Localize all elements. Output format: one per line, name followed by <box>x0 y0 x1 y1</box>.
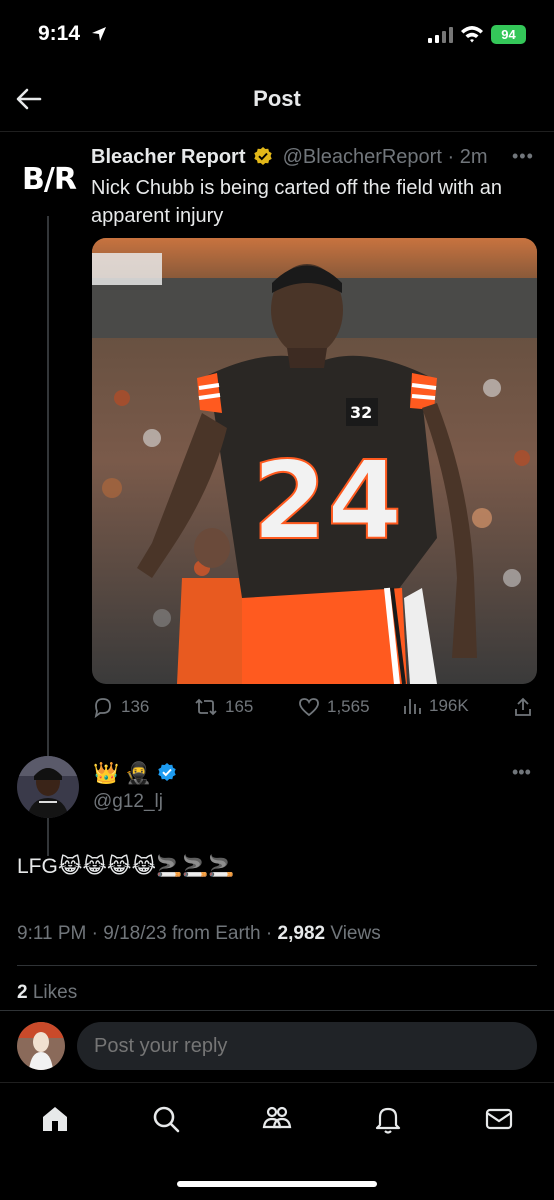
views-number: 2,982 <box>277 923 326 944</box>
likes-label: Likes <box>32 982 78 1003</box>
verified-blue-icon <box>158 763 176 781</box>
repost-count: 165 <box>225 697 254 716</box>
my-avatar[interactable] <box>17 1022 65 1070</box>
more-icon[interactable]: ••• <box>512 146 534 167</box>
reply-source: from Earth <box>171 923 261 944</box>
like-icon <box>299 698 319 717</box>
bottom-nav <box>0 1082 554 1200</box>
engagement-bar: 136 165 1,565 196K <box>92 696 537 720</box>
tweet-text: Nick Chubb is being carted off the field… <box>91 177 502 227</box>
author-handle[interactable]: @BleacherReport <box>283 146 442 168</box>
views-count: 196K <box>429 696 469 715</box>
notifications-icon[interactable] <box>372 1103 404 1135</box>
share-action[interactable] <box>512 696 541 718</box>
sleeve-patch-number: 32 <box>350 403 372 422</box>
battery-indicator: 94 <box>491 25 526 44</box>
reply-author-name[interactable]: 👑 🥷 <box>93 762 177 786</box>
reply-text: LFG😹😹😹😹🚬🚬🚬 <box>17 855 235 878</box>
search-icon[interactable] <box>150 1103 182 1135</box>
reply-count: 136 <box>121 697 150 716</box>
more-icon[interactable]: ••• <box>512 762 531 783</box>
page-title: Post <box>253 86 301 111</box>
reply-author-avatar[interactable] <box>17 756 79 818</box>
separator-dot: · <box>447 146 455 168</box>
home-icon[interactable] <box>39 1103 71 1135</box>
verified-gold-icon <box>254 147 272 165</box>
status-bar: 9:14 94 <box>0 0 554 64</box>
status-time: 9:14 <box>38 22 81 45</box>
meta-sep: · <box>265 923 273 944</box>
views-icon <box>404 699 421 714</box>
post-time-ago: 2m <box>459 146 488 168</box>
views-action[interactable]: 196K <box>402 696 469 716</box>
likes-number: 2 <box>17 982 28 1003</box>
divider <box>0 1010 554 1011</box>
wifi-icon <box>461 26 483 43</box>
top-header: Post <box>0 64 554 132</box>
author-row: Bleacher Report @BleacherReport · 2m <box>91 146 488 169</box>
like-count: 1,565 <box>327 697 370 716</box>
author-name[interactable]: Bleacher Report <box>91 146 246 168</box>
repost-action[interactable]: 165 <box>194 696 253 718</box>
reply-author-handle[interactable]: @g12_lj <box>93 791 163 813</box>
home-indicator <box>177 1181 377 1187</box>
communities-icon[interactable] <box>261 1103 293 1135</box>
jersey-number: 24 <box>252 439 402 564</box>
meta-sep: · <box>91 923 98 944</box>
location-arrow-icon <box>92 27 106 41</box>
views-label: Views <box>330 923 381 944</box>
reply-input[interactable] <box>77 1022 537 1070</box>
repost-icon <box>195 698 217 716</box>
reply-action[interactable]: 136 <box>92 696 149 718</box>
bleacher-report-avatar[interactable]: B/R <box>22 162 77 198</box>
signal-icon <box>428 27 453 43</box>
reply-time: 9:11 PM <box>17 923 87 944</box>
reply-meta: 9:11 PM · 9/18/23 from Earth · 2,982 Vie… <box>17 923 381 945</box>
reply-icon <box>94 698 111 718</box>
reply-date: 9/18/23 <box>103 923 167 944</box>
likes-summary[interactable]: 2 Likes <box>17 982 77 1004</box>
like-action[interactable]: 1,565 <box>298 696 370 718</box>
share-icon <box>515 697 531 716</box>
tweet-photo[interactable]: 24 32 <box>92 238 537 684</box>
messages-icon[interactable] <box>483 1103 515 1135</box>
author-emoji-name: 👑 🥷 <box>93 762 152 785</box>
reply-composer <box>0 1012 554 1080</box>
divider <box>17 965 537 966</box>
